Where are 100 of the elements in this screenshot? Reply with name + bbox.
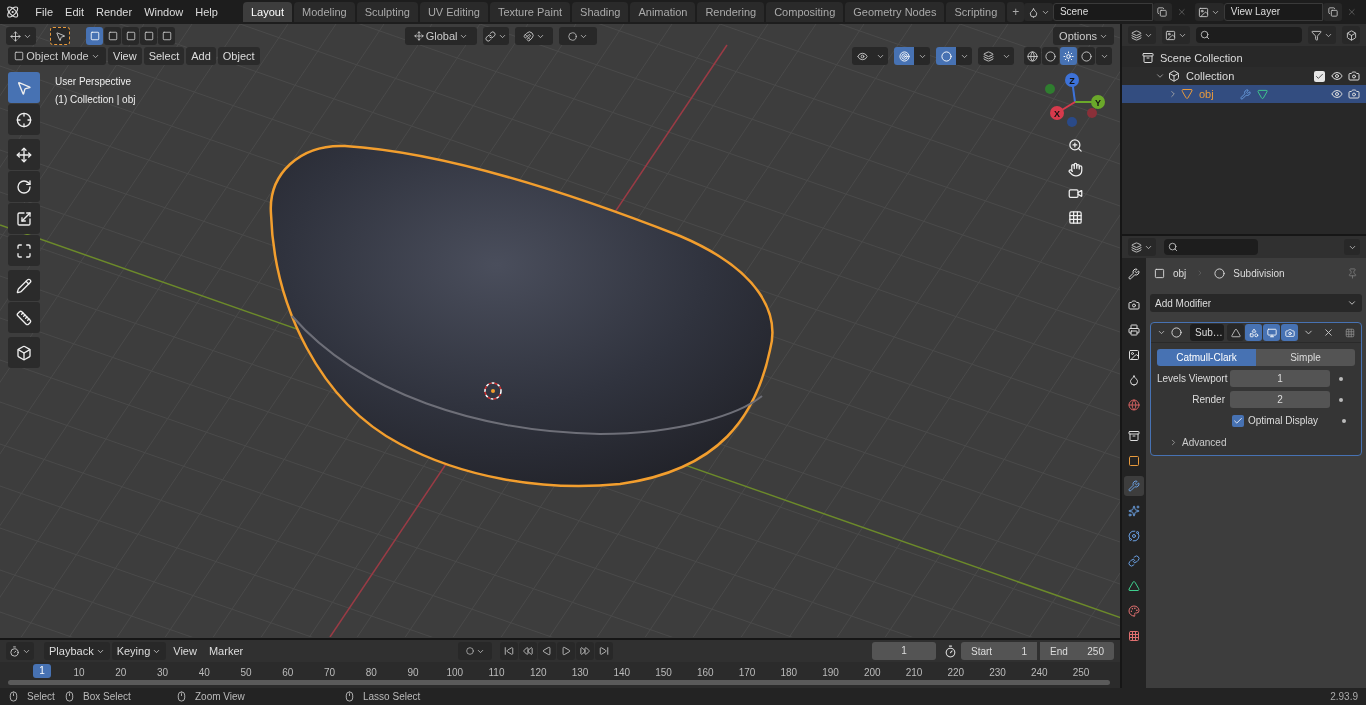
snap-button[interactable] [515,27,554,45]
stopwatch-icon[interactable] [944,644,957,658]
shading-mode-button[interactable] [1060,47,1077,65]
scene-field[interactable]: Scene [1052,3,1153,21]
workspace-tab[interactable]: Modeling [294,2,355,22]
editor-type-button[interactable] [6,642,34,660]
close-icon[interactable] [1323,327,1334,338]
number-field[interactable]: 1 [1230,370,1330,387]
workspace-tab[interactable]: Scripting [946,2,1006,22]
menu-item[interactable]: Window [138,3,190,21]
current-frame-marker[interactable]: 1 [33,664,51,678]
camera-view-icon[interactable] [1067,186,1083,201]
header-menu[interactable]: View [108,47,142,65]
add-cube-tool-button[interactable] [8,337,40,368]
3d-viewport[interactable]: Global Options Object Mode View Select Add Object User Perspective (1) Collection | obj X Y Z [0,24,1120,638]
workspace-tab[interactable]: Compositing [766,2,844,22]
disclosure-caret-icon[interactable] [1155,71,1165,81]
jump-end-button[interactable] [595,642,613,660]
new-collection-button[interactable] [1342,26,1360,44]
visibility-eye-icon[interactable] [1331,88,1343,100]
jump-start-button[interactable] [500,642,518,660]
add-modifier-dropdown[interactable]: Add Modifier [1150,294,1362,312]
modifier-name-field[interactable]: Sub… [1190,324,1224,341]
editor-type-button[interactable] [6,27,36,45]
workspace-tab[interactable]: Shading [572,2,629,22]
end-frame-field[interactable]: End 250 [1040,642,1114,660]
visibility-toggle-button[interactable] [852,47,872,65]
drag-handle-icon[interactable] [1345,327,1355,338]
view-layer-mode-button[interactable] [1162,26,1190,44]
header-menu[interactable]: Object [217,47,260,65]
view-layer-selector-button[interactable] [1195,3,1224,21]
navigation-gizmo[interactable]: X Y Z [1040,72,1110,132]
select-tool-button[interactable] [8,72,40,103]
render-camera-icon[interactable] [1348,88,1360,100]
workspace-tab[interactable]: Rendering [697,2,765,22]
outliner-row[interactable]: obj [1122,85,1366,103]
header-menu[interactable]: Add [186,47,216,65]
next-keyframe-button[interactable] [576,642,594,660]
gizmo-toggle-button[interactable] [894,47,914,65]
move-tool-button[interactable] [8,139,40,170]
auto-keying-button[interactable] [458,642,492,660]
mesh-object-drawing[interactable] [269,144,774,488]
workspace-tab[interactable]: Sculpting [356,2,418,22]
realtime-toggle-button[interactable] [1263,324,1280,341]
selection-mode-button[interactable] [140,27,157,45]
start-frame-field[interactable]: Start 1 [961,642,1037,660]
editor-type-button[interactable] [1128,238,1156,256]
view-layer-field[interactable]: View Layer [1223,3,1324,21]
workspace-tab[interactable]: Animation [630,2,696,22]
hand-icon[interactable] [1067,162,1083,177]
xray-toggle-button[interactable] [978,47,998,65]
grid-icon[interactable] [1067,210,1083,225]
subpanel-title[interactable]: Advanced [1182,434,1227,450]
selection-mode-button[interactable] [158,27,175,45]
transform-orientation-dropdown[interactable]: Global [405,27,478,45]
display-mode-button[interactable] [1128,26,1156,44]
menu-item[interactable]: Render [90,3,139,21]
current-frame-field[interactable]: 1 [872,642,936,660]
filter-button[interactable] [1308,26,1336,44]
object-mode-dropdown[interactable]: Object Mode [8,47,106,65]
header-menu[interactable]: Select [143,47,185,65]
render-camera-icon[interactable] [1348,70,1360,82]
workspace-tab[interactable]: UV Editing [419,2,488,22]
number-field[interactable]: 2 [1230,391,1330,408]
zoom-icon[interactable] [1067,138,1083,153]
menu-item[interactable]: Edit [59,3,91,21]
proportional-editing-button[interactable] [559,27,598,45]
visibility-eye-icon[interactable] [1331,70,1343,82]
workspace-tab[interactable]: Texture Paint [489,2,571,22]
menu-item[interactable]: File [29,3,60,21]
menu-item[interactable]: Help [189,3,224,21]
options-dropdown[interactable]: Options [1053,27,1114,45]
annotate-tool-button[interactable] [8,270,40,301]
subdivision-type-option[interactable]: Simple [1256,349,1355,366]
search-field[interactable] [1196,27,1302,43]
timeline-menu[interactable]: Keying [111,642,167,660]
scene-selector-button[interactable] [1024,3,1053,21]
timeline-menu[interactable]: View [168,642,202,660]
selection-mode-button[interactable] [104,27,121,45]
measure-tool-button[interactable] [8,302,40,333]
shading-mode-button[interactable] [1042,47,1059,65]
play-button[interactable] [557,642,575,660]
play-reverse-button[interactable] [538,642,556,660]
panel-caret-icon[interactable] [1157,328,1166,337]
search-field[interactable] [1164,239,1258,255]
transform-tool-button[interactable] [8,235,40,266]
copy-view-layer-button[interactable] [1323,3,1343,21]
rotate-tool-button[interactable] [8,171,40,202]
selection-mode-button[interactable] [86,27,103,45]
overlay-toggle-button[interactable] [936,47,956,65]
add-workspace-button[interactable]: + [1007,2,1025,22]
copy-scene-button[interactable] [1152,3,1172,21]
cursor-tool-button[interactable] [8,104,40,135]
scale-tool-button[interactable] [8,203,40,234]
checkbox[interactable] [1232,414,1244,427]
exclude-checkbox[interactable] [1314,70,1325,82]
workspace-tab[interactable]: Geometry Nodes [845,2,945,22]
timeline-menu[interactable]: Playback [44,642,110,660]
shading-mode-button[interactable] [1078,47,1095,65]
workspace-tab[interactable]: Layout [242,2,292,22]
